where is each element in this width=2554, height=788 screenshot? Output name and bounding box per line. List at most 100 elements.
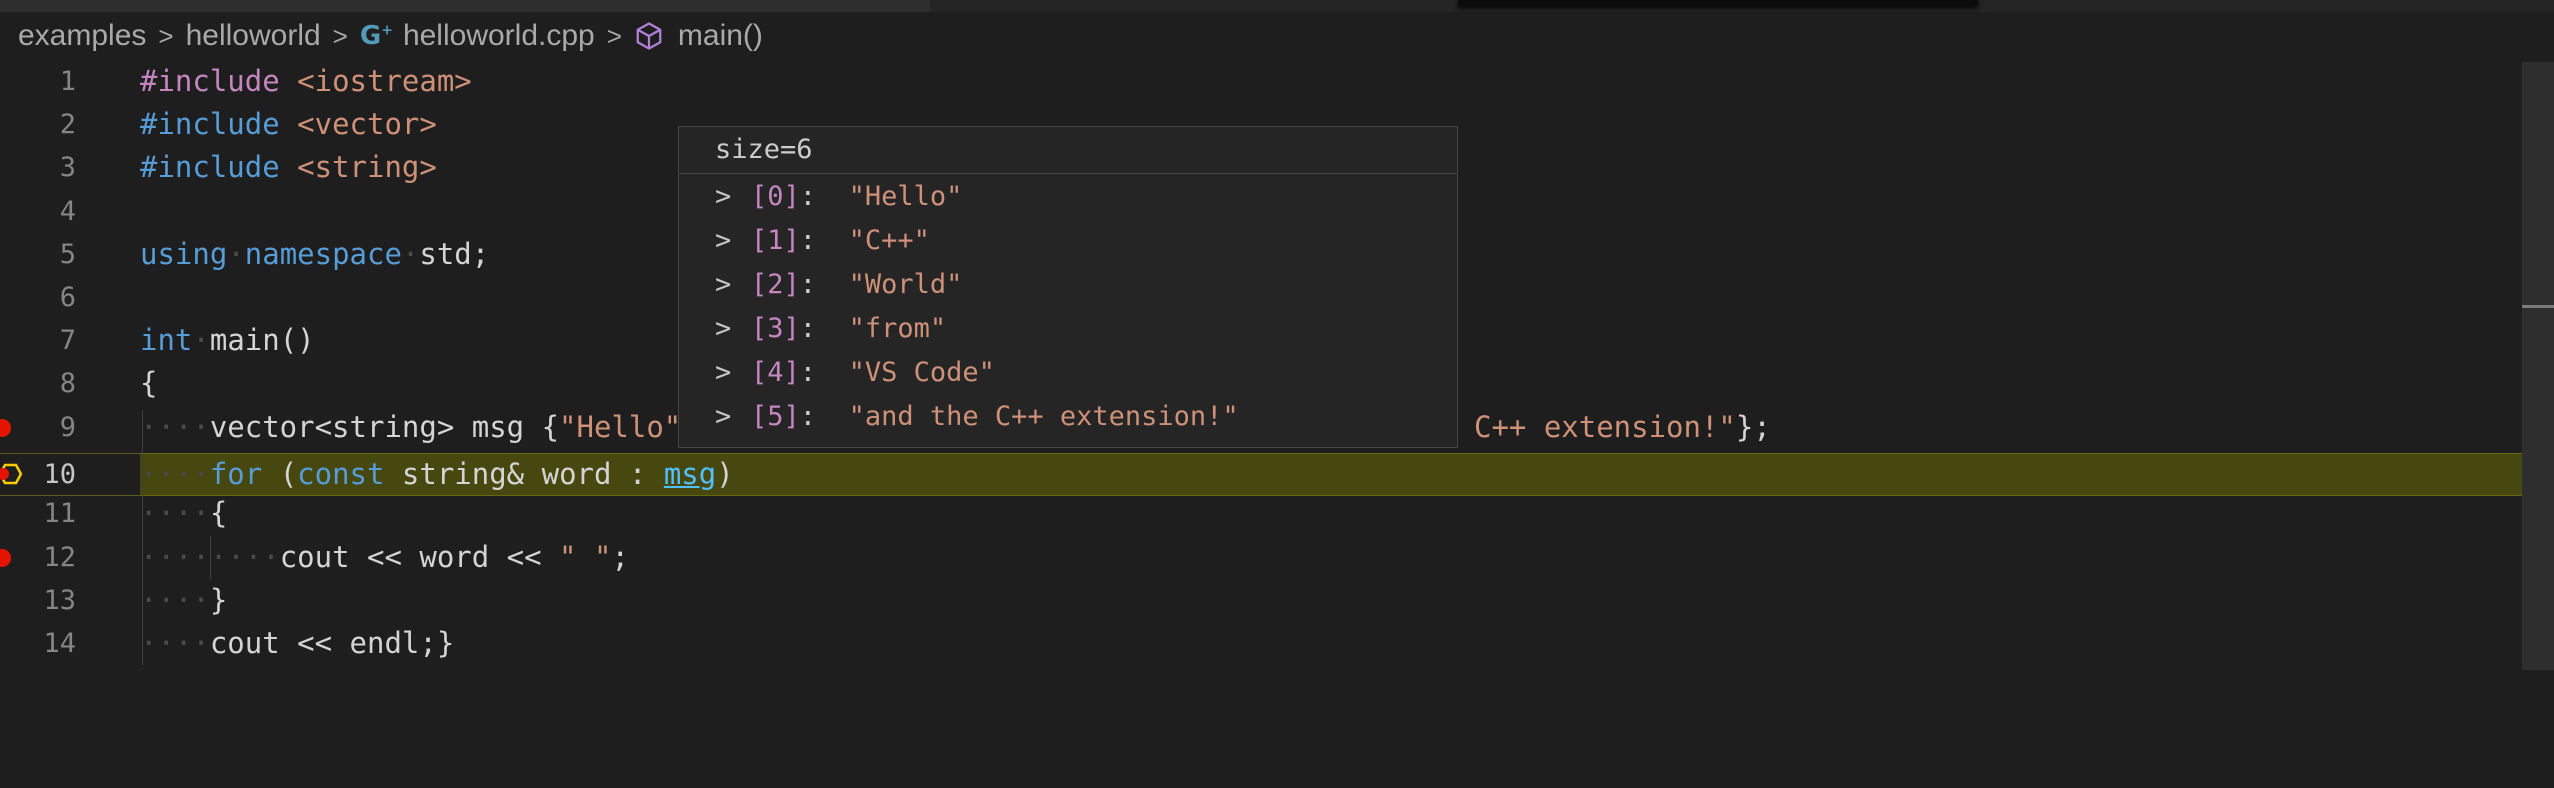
item-index: [2]: [751, 269, 800, 300]
line-number: 1: [59, 66, 76, 97]
item-value: "C++": [848, 225, 930, 256]
chevron-right-icon: >: [606, 20, 622, 51]
token-punct: }: [209, 583, 228, 617]
line-number: 14: [43, 628, 76, 659]
gutter-line[interactable]: 8: [0, 362, 100, 405]
overlay-edge: [1458, 0, 1978, 6]
token-keyword: for: [209, 457, 263, 491]
line-number: 9: [59, 412, 76, 443]
scrollbar-marker: [2522, 305, 2554, 308]
code-line[interactable]: ····for (const string& word : msg): [140, 453, 734, 496]
line-number: 2: [59, 109, 76, 140]
token-punct: ): [716, 457, 734, 491]
chevron-right-icon: >: [332, 20, 348, 51]
line-number: 12: [43, 542, 76, 573]
line-number: 5: [59, 239, 76, 270]
breadcrumb-label: helloworld: [185, 19, 321, 52]
token-string: <string>: [297, 150, 437, 184]
token-string: <iostream>: [297, 64, 472, 98]
token-string: C++ extension!": [1474, 410, 1736, 444]
hover-item[interactable]: > [0]: "Hello": [715, 175, 962, 219]
gutter-line[interactable]: 12: [0, 536, 100, 579]
code-line[interactable]: ········cout << word << " ";: [140, 536, 629, 579]
token-keyword: #include: [140, 64, 280, 98]
gutter-line[interactable]: 13: [0, 579, 100, 622]
token-string: <vector>: [297, 107, 437, 141]
token-punct: (: [262, 457, 298, 491]
breadcrumb-item-symbol[interactable]: main(): [634, 19, 763, 53]
gutter-line[interactable]: 9: [0, 406, 100, 449]
chevron-right-icon[interactable]: >: [715, 263, 751, 307]
code-line[interactable]: ····{: [140, 492, 227, 535]
gutter-line[interactable]: 4: [0, 190, 100, 233]
token-punct: {: [140, 366, 158, 400]
token-keyword: #include: [140, 107, 280, 141]
line-number: 4: [59, 196, 76, 227]
chevron-right-icon[interactable]: >: [715, 175, 751, 219]
token-punct: };: [1735, 410, 1771, 444]
line-number: 3: [59, 152, 76, 183]
token-keyword: #include: [140, 150, 280, 184]
breakpoint-icon[interactable]: [0, 549, 11, 567]
hover-item[interactable]: > [4]: "VS Code": [715, 351, 995, 395]
code-line[interactable]: ····vector<string> msg {"Hello": [140, 406, 681, 449]
gutter-line[interactable]: 6: [0, 276, 100, 319]
chevron-right-icon[interactable]: >: [715, 307, 751, 351]
chevron-right-icon[interactable]: >: [715, 395, 751, 439]
gutter-line[interactable]: 1: [0, 60, 100, 103]
line-number: 6: [59, 282, 76, 313]
gutter-line[interactable]: 14: [0, 622, 100, 665]
token-identifier: string& word :: [384, 457, 664, 491]
code-line[interactable]: int·main(): [140, 319, 315, 362]
code-line-tail[interactable]: C++ extension!"};: [1474, 406, 1771, 449]
item-index: [5]: [751, 401, 800, 432]
line-number: 8: [59, 368, 76, 399]
code-line[interactable]: ····cout << endl;}: [140, 622, 454, 665]
item-index: [3]: [751, 313, 800, 344]
gutter-line[interactable]: 3: [0, 146, 100, 189]
chevron-right-icon: >: [158, 20, 174, 51]
token-keyword: namespace: [244, 237, 402, 271]
vertical-scrollbar[interactable]: [2522, 62, 2554, 670]
gutter-line[interactable]: 7: [0, 319, 100, 362]
breakpoint-icon[interactable]: [0, 419, 11, 437]
token-identifier: cout << word <<: [279, 540, 560, 574]
hover-item[interactable]: > [5]: "and the C++ extension!": [715, 395, 1239, 439]
chevron-right-icon[interactable]: >: [715, 219, 751, 263]
token-punct: ;: [611, 540, 629, 574]
code-line[interactable]: using·namespace·std;: [140, 233, 489, 276]
code-line[interactable]: #include <vector>: [140, 103, 437, 146]
token-identifier: vector<string> msg {: [209, 410, 560, 444]
gutter-line[interactable]: 5: [0, 233, 100, 276]
cpp-file-icon: G+: [359, 21, 393, 51]
tab-strip-segment: [0, 0, 930, 12]
code-line[interactable]: #include <string>: [140, 146, 437, 189]
item-index: [4]: [751, 357, 800, 388]
hover-item[interactable]: > [3]: "from": [715, 307, 946, 351]
token-string: " ": [559, 540, 612, 574]
breadcrumb-item-examples[interactable]: examples: [18, 19, 146, 53]
breadcrumb-item-file[interactable]: G+ helloworld.cpp: [360, 19, 595, 53]
hovered-variable-msg[interactable]: msg: [664, 457, 716, 491]
breadcrumb-item-helloworld[interactable]: helloworld: [186, 19, 321, 53]
code-line[interactable]: {: [140, 362, 157, 405]
gutter-line[interactable]: 2: [0, 103, 100, 146]
token-punct: {: [209, 496, 228, 530]
item-value: "World": [848, 269, 963, 300]
top-tab-strip: [0, 0, 2554, 12]
breadcrumb-label: examples: [18, 19, 147, 52]
item-index: [1]: [751, 225, 800, 256]
token-identifier: cout << endl;}: [209, 626, 455, 660]
hover-item[interactable]: > [1]: "C++": [715, 219, 930, 263]
code-line[interactable]: #include <iostream>: [140, 60, 472, 103]
item-index: [0]: [751, 181, 800, 212]
code-line[interactable]: ····}: [140, 579, 227, 622]
hover-title: size=6: [679, 127, 1457, 174]
item-value: "Hello": [848, 181, 963, 212]
item-value: "from": [848, 313, 947, 344]
chevron-right-icon[interactable]: >: [715, 351, 751, 395]
gutter-line[interactable]: 11: [0, 492, 100, 535]
line-number: 7: [59, 325, 76, 356]
token-keyword: const: [297, 457, 385, 491]
hover-item[interactable]: > [2]: "World": [715, 263, 962, 307]
